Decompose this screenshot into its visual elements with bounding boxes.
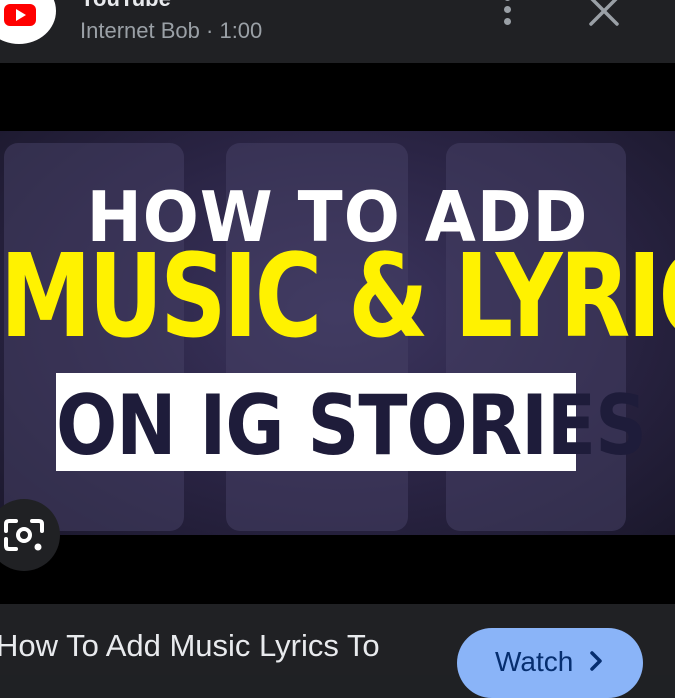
chevron-right-icon (589, 650, 603, 677)
close-icon[interactable] (584, 0, 624, 30)
channel-name: Internet Bob (80, 18, 200, 43)
result-footer: How To Add Music Lyrics To Watch (0, 604, 675, 698)
thumbnail-title-box: ON IG STORIES (56, 373, 647, 474)
video-meta: Internet Bob · 1:00 (80, 18, 262, 44)
meta-separator: · (206, 18, 214, 43)
youtube-logo-icon (4, 4, 36, 26)
watch-button[interactable]: Watch (457, 628, 643, 698)
watch-button-label: Watch (495, 646, 574, 677)
thumbnail-title-line-2: MUSIC & LYRICS (0, 229, 675, 364)
source-name[interactable]: YouTube (80, 0, 171, 12)
video-player[interactable]: HOW TO ADD MUSIC & LYRICS ON IG STORIES (0, 63, 675, 604)
video-thumbnail[interactable]: HOW TO ADD MUSIC & LYRICS ON IG STORIES (0, 131, 675, 535)
thumbnail-title-line-3: ON IG STORIES (56, 376, 647, 474)
video-duration: 1:00 (219, 18, 263, 43)
result-header: YouTube Internet Bob · 1:00 (0, 0, 675, 63)
video-title[interactable]: How To Add Music Lyrics To (0, 628, 380, 664)
more-vert-icon[interactable] (494, 0, 522, 34)
youtube-favicon (0, 0, 56, 44)
